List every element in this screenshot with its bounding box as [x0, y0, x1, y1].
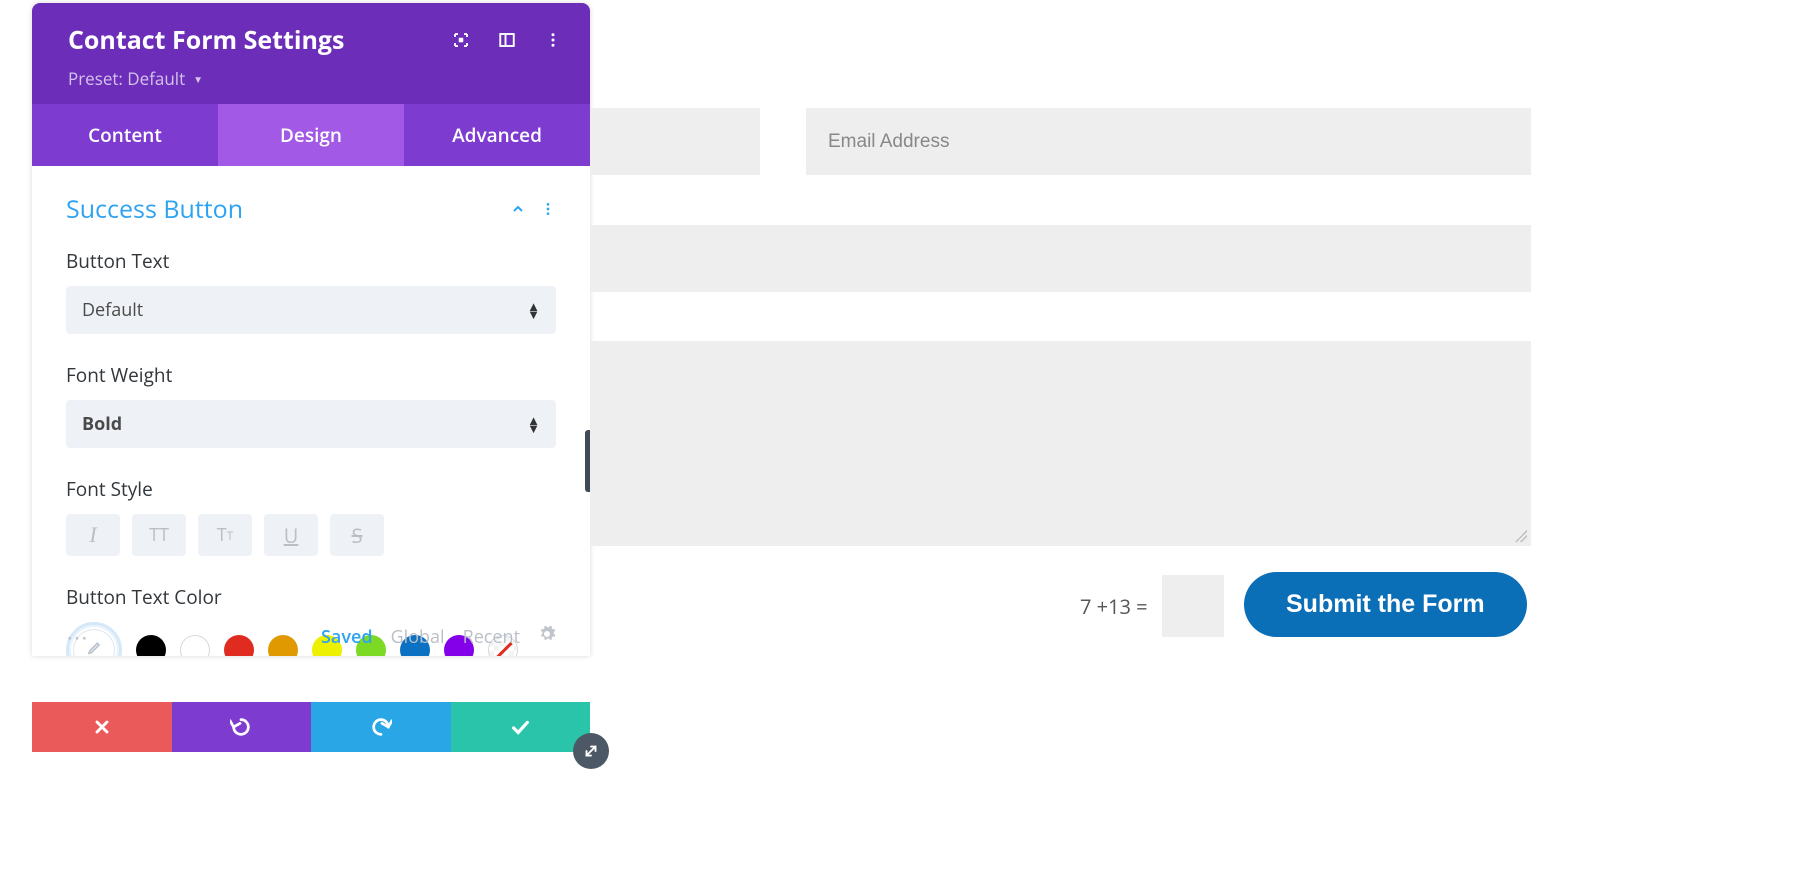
select-font-weight-value: Bold: [82, 412, 122, 436]
select-font-weight[interactable]: Bold ▲▼: [66, 400, 556, 448]
label-font-weight: Font Weight: [66, 362, 556, 388]
select-button-text[interactable]: Default ▲▼: [66, 286, 556, 334]
settings-panel: Contact Form Settings: [32, 3, 590, 656]
undo-button[interactable]: [172, 702, 312, 752]
section-menu-icon[interactable]: [540, 201, 556, 217]
name-field[interactable]: [590, 108, 760, 175]
kebab-menu-icon[interactable]: [544, 31, 562, 49]
captcha-input[interactable]: [1162, 575, 1224, 637]
textarea-resize-icon[interactable]: [1515, 530, 1527, 542]
panel-tabs: Content Design Advanced: [32, 104, 590, 166]
select-arrows-icon: ▲▼: [527, 417, 540, 432]
cancel-button[interactable]: [32, 702, 172, 752]
expand-icon[interactable]: [452, 31, 470, 49]
redo-button[interactable]: [311, 702, 451, 752]
select-button-text-value: Default: [82, 298, 143, 322]
palette-tab-row: ⋯ Saved Global Recent: [66, 614, 556, 652]
form-preview: 7 +13 = Submit the Form: [590, 0, 1800, 891]
gear-icon[interactable]: [538, 625, 556, 649]
label-button-text: Button Text: [66, 248, 556, 274]
section-title[interactable]: Success Button: [66, 192, 243, 226]
palette-tab-saved[interactable]: Saved: [321, 625, 373, 649]
captcha-question: 7 +13 =: [1080, 593, 1148, 620]
caret-down-icon: ▼: [193, 72, 203, 86]
message-field[interactable]: [590, 341, 1531, 546]
italic-button[interactable]: I: [66, 514, 120, 556]
strikethrough-button[interactable]: S: [330, 514, 384, 556]
email-field[interactable]: [806, 108, 1531, 175]
label-font-style: Font Style: [66, 476, 556, 502]
preset-label: Preset: Default: [68, 67, 185, 90]
palette-tab-recent[interactable]: Recent: [463, 625, 520, 649]
underline-button[interactable]: U: [264, 514, 318, 556]
preset-selector[interactable]: Preset: Default ▼: [68, 67, 203, 90]
label-button-text-color: Button Text Color: [66, 584, 556, 610]
smallcaps-button[interactable]: TT: [198, 514, 252, 556]
snap-panel-icon[interactable]: [498, 31, 516, 49]
uppercase-button[interactable]: TT: [132, 514, 186, 556]
panel-body: Success Button Button Text Default ▲▼ Fo…: [32, 166, 590, 656]
palette-tab-global[interactable]: Global: [391, 625, 445, 649]
drag-handle-icon[interactable]: ⋯: [66, 622, 90, 652]
tab-design[interactable]: Design: [218, 104, 404, 166]
subject-field[interactable]: [590, 225, 1531, 292]
collapse-icon[interactable]: [510, 201, 526, 217]
submit-button[interactable]: Submit the Form: [1244, 572, 1527, 637]
panel-title: Contact Form Settings: [68, 23, 344, 57]
select-arrows-icon: ▲▼: [527, 303, 540, 318]
panel-header: Contact Form Settings: [32, 3, 590, 104]
panel-footer: [32, 702, 590, 752]
save-button[interactable]: [451, 702, 591, 752]
tab-content[interactable]: Content: [32, 104, 218, 166]
tab-advanced[interactable]: Advanced: [404, 104, 590, 166]
